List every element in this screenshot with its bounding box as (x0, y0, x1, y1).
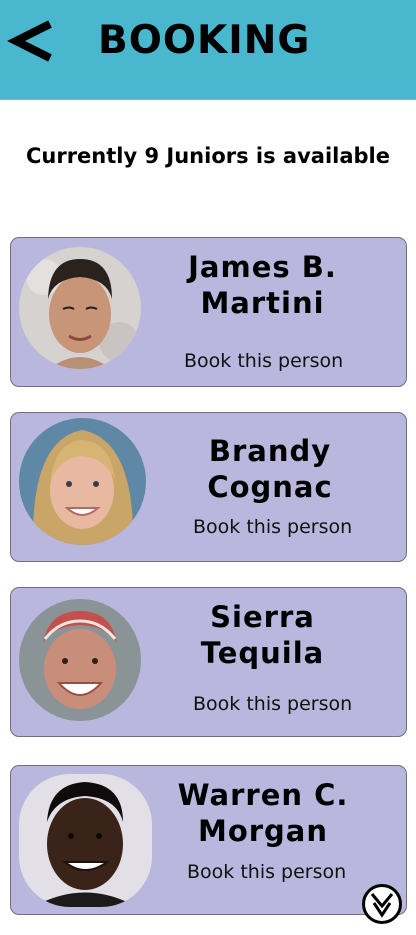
avatar (19, 418, 146, 545)
back-button[interactable] (6, 18, 58, 64)
junior-name: James B. Martini (188, 250, 337, 320)
junior-card[interactable]: James B. Martini Book this person (10, 237, 407, 387)
app-header: BOOKING (0, 0, 416, 100)
junior-name: Warren C. Morgan (177, 778, 349, 848)
junior-card[interactable]: Brandy Cognac Book this person (10, 412, 407, 562)
back-arrow-icon (7, 20, 52, 62)
avatar (19, 774, 152, 907)
availability-text: Currently 9 Juniors is available (25, 144, 390, 168)
avatar (19, 599, 141, 721)
junior-card[interactable]: Warren C. Morgan Book this person (10, 765, 407, 915)
book-person-link[interactable]: Book this person (193, 692, 352, 716)
booking-screen: BOOKING Currently 9 Juniors is available… (0, 0, 416, 935)
avatar (19, 247, 141, 369)
book-person-link[interactable]: Book this person (187, 860, 346, 884)
junior-card[interactable]: Sierra Tequila Book this person (10, 587, 407, 737)
page-title: BOOKING (98, 18, 311, 63)
double-chevron-down-icon (362, 884, 402, 924)
book-person-link[interactable]: Book this person (193, 515, 352, 539)
junior-name: Brandy Cognac (207, 434, 333, 504)
junior-name: Sierra Tequila (200, 600, 325, 670)
book-person-link[interactable]: Book this person (184, 349, 343, 373)
scroll-down-button[interactable] (361, 883, 403, 925)
